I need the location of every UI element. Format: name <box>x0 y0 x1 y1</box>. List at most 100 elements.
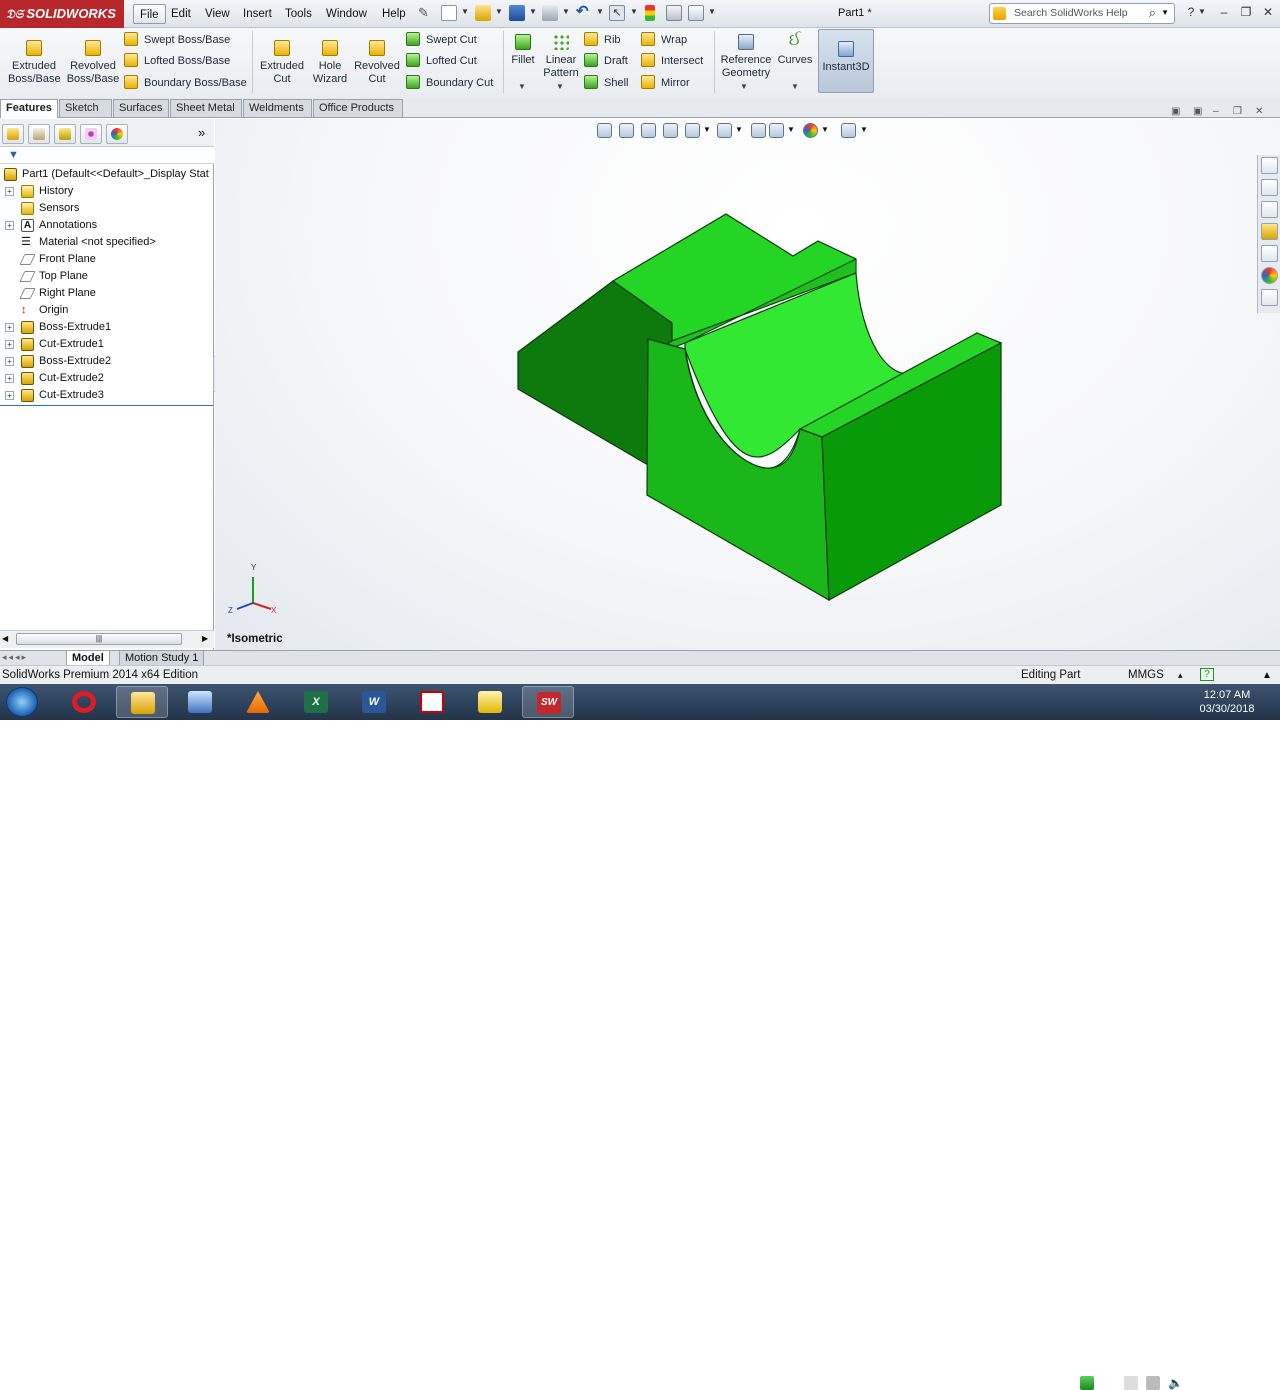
options-icon[interactable] <box>688 5 704 21</box>
tab-sketch[interactable]: Sketch <box>59 99 112 117</box>
scroll-right-icon[interactable]: ▶ <box>202 634 208 643</box>
filter-row[interactable]: ▼ <box>0 147 214 164</box>
print-icon[interactable] <box>542 5 558 21</box>
wrap-button[interactable]: Wrap <box>641 31 687 49</box>
feature-manager-tab[interactable] <box>2 124 24 144</box>
tray-expand-icon[interactable]: ▲ <box>1058 1378 1067 1388</box>
curves-button[interactable]: ઈ Curves <box>776 33 814 67</box>
restore-icon[interactable]: ❐ <box>1236 4 1256 20</box>
menu-view[interactable]: View <box>199 4 236 24</box>
folder-icon[interactable] <box>1261 223 1278 240</box>
rib-button[interactable]: Rib <box>584 31 621 49</box>
taskbar-opera[interactable] <box>58 686 110 718</box>
viewport-minimize-icon[interactable]: – <box>1213 106 1219 117</box>
new-dropdown-icon[interactable]: ▼ <box>461 7 469 16</box>
horizontal-scrollbar[interactable]: ◀ ||| ▶ <box>0 630 214 648</box>
tab-model[interactable]: Model <box>66 651 110 666</box>
save-dropdown-icon[interactable]: ▼ <box>529 7 537 16</box>
volume-icon[interactable]: 🔈 <box>1168 1376 1183 1390</box>
swept-cut-button[interactable]: Swept Cut <box>406 31 477 49</box>
file-properties-icon[interactable] <box>666 5 682 21</box>
pin-icon[interactable]: ✎ <box>418 5 434 21</box>
select-icon[interactable]: ↖ <box>609 5 625 21</box>
taskbar-folder[interactable] <box>464 686 516 718</box>
curves-dropdown-icon[interactable]: ▼ <box>791 82 799 91</box>
revolved-cut-button[interactable]: Revolved Cut <box>354 40 400 85</box>
viewport-split-icon[interactable]: ▣ <box>1171 106 1180 117</box>
new-document-icon[interactable] <box>441 5 457 21</box>
solidworks-resources-icon[interactable] <box>1261 157 1278 174</box>
search-box[interactable]: Search SolidWorks Help ⌕ ▼ <box>989 3 1175 24</box>
pattern-dropdown-icon[interactable]: ▼ <box>556 82 564 91</box>
expand-icon[interactable]: + <box>5 323 14 332</box>
network-icon[interactable] <box>1146 1376 1160 1390</box>
expand-icon[interactable]: + <box>5 357 14 366</box>
view-palette-icon[interactable] <box>1261 245 1278 262</box>
solidworks-logo[interactable]: 𝔇𝔖 SOLIDWORKS <box>0 0 124 28</box>
start-orb-icon[interactable] <box>6 687 38 717</box>
units-arrow-icon[interactable]: ▴ <box>1178 666 1183 684</box>
language-indicator[interactable]: EN <box>1030 1377 1045 1389</box>
search-dropdown-icon[interactable]: ▼ <box>1161 8 1169 17</box>
draft-button[interactable]: Draft <box>584 52 628 70</box>
expand-icon[interactable]: + <box>5 340 14 349</box>
scroll-thumb[interactable]: ||| <box>16 633 182 645</box>
minimize-icon[interactable]: – <box>1214 4 1234 20</box>
viewport-link-icon[interactable]: ▣ <box>1193 106 1202 117</box>
swept-boss-button[interactable]: Swept Boss/Base <box>124 31 230 49</box>
taskbar-acrobat[interactable] <box>406 686 458 718</box>
print-dropdown-icon[interactable]: ▼ <box>562 7 570 16</box>
scroll-left-icon[interactable]: ◀ <box>2 634 8 643</box>
graphics-area[interactable]: ▼ ▼ ▼ ▼ ▼ ▣ ▣ – ❐ ✕ Y X Z *Isometric <box>215 106 1280 650</box>
menu-insert[interactable]: Insert <box>237 4 278 24</box>
help-dropdown-icon[interactable]: ▼ <box>1197 4 1207 20</box>
lofted-boss-button[interactable]: Lofted Boss/Base <box>124 52 230 70</box>
extruded-boss-button[interactable]: Extruded Boss/Base <box>8 40 61 85</box>
intersect-button[interactable]: Intersect <box>641 52 703 70</box>
clock[interactable]: 12:07 AM 03/30/2018 <box>1188 688 1266 716</box>
tray-device-icon[interactable] <box>1124 1376 1138 1390</box>
help-status-icon[interactable]: ? <box>1200 668 1214 681</box>
taskbar-solidworks[interactable]: SW <box>522 686 574 718</box>
instant3d-button[interactable]: Instant3D <box>818 29 874 93</box>
open-dropdown-icon[interactable]: ▼ <box>495 7 503 16</box>
tab-features[interactable]: Features <box>0 99 58 118</box>
mirror-button[interactable]: Mirror <box>641 74 690 92</box>
menu-window[interactable]: Window <box>320 4 373 24</box>
tab-office-products[interactable]: Office Products <box>313 99 403 117</box>
shell-button[interactable]: Shell <box>584 74 628 92</box>
extruded-cut-button[interactable]: Extruded Cut <box>258 40 306 85</box>
display-manager-tab[interactable] <box>106 124 128 144</box>
tray-app-icon[interactable] <box>1080 1376 1094 1390</box>
fillet-button[interactable]: Fillet <box>508 34 538 67</box>
design-library-icon[interactable] <box>1261 179 1278 196</box>
model-canvas[interactable]: Y X Z <box>215 119 1255 650</box>
custom-properties-icon[interactable] <box>1261 289 1278 306</box>
status-dropdown-icon[interactable]: ▲ <box>1262 667 1272 685</box>
tab-scroll-arrows-icon[interactable]: ◂◂◂▸ <box>2 652 28 663</box>
reference-geometry-button[interactable]: Reference Geometry <box>718 34 774 79</box>
viewport-close-icon[interactable]: ✕ <box>1255 106 1263 117</box>
close-icon[interactable]: ✕ <box>1258 4 1278 20</box>
select-dropdown-icon[interactable]: ▼ <box>630 7 638 16</box>
expand-icon[interactable]: + <box>5 374 14 383</box>
reference-geometry-dropdown-icon[interactable]: ▼ <box>740 82 748 91</box>
save-icon[interactable] <box>509 5 525 21</box>
tab-sheet-metal[interactable]: Sheet Metal <box>170 99 242 117</box>
taskbar-explorer[interactable] <box>116 686 168 718</box>
boundary-boss-button[interactable]: Boundary Boss/Base <box>124 74 247 92</box>
undo-icon[interactable]: ↶ <box>576 4 592 21</box>
property-manager-tab[interactable] <box>28 124 50 144</box>
tray-flag-icon[interactable] <box>1102 1376 1116 1390</box>
search-input[interactable]: Search SolidWorks Help <box>1014 7 1128 19</box>
part-model[interactable] <box>517 213 1003 602</box>
expand-panel-icon[interactable]: » <box>198 125 205 140</box>
revolved-boss-button[interactable]: Revolved Boss/Base <box>66 40 120 85</box>
dimxpert-tab[interactable] <box>80 124 102 144</box>
menu-help[interactable]: Help <box>376 4 412 24</box>
menu-file[interactable]: File <box>133 4 166 24</box>
boundary-cut-button[interactable]: Boundary Cut <box>406 74 493 92</box>
tab-surfaces[interactable]: Surfaces <box>113 99 169 117</box>
lofted-cut-button[interactable]: Lofted Cut <box>406 52 477 70</box>
filter-icon[interactable]: ▼ <box>8 149 19 161</box>
